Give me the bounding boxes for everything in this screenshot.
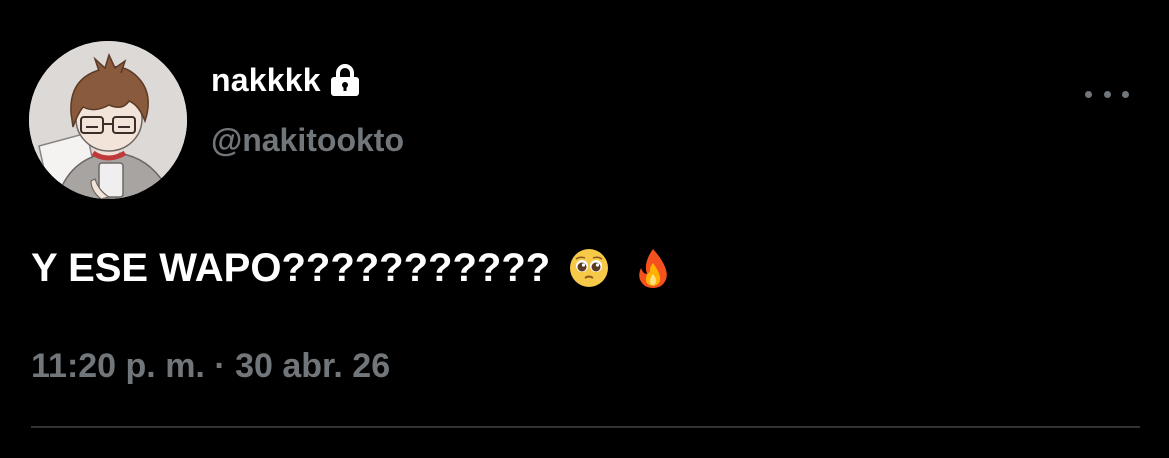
display-name[interactable]: nakkkk (211, 62, 321, 99)
meta-separator: · (214, 347, 226, 385)
lock-icon (329, 63, 361, 97)
tweet: nakkkk @nakitookto Y ESE WAPO??????????? (0, 0, 1169, 458)
more-dot-icon (1122, 90, 1129, 98)
tweet-time: 11:20 p. m. (31, 347, 205, 385)
tweet-date: 30 abr. 26 (235, 347, 391, 385)
avatar-illustration (29, 41, 187, 199)
pleading-face-emoji-icon (568, 247, 610, 289)
fire-emoji-icon (632, 247, 674, 289)
tweet-body: Y ESE WAPO??????????? (31, 245, 551, 290)
author-name-row: nakkkk (211, 60, 361, 100)
user-handle[interactable]: @nakitookto (211, 122, 404, 159)
more-dot-icon (1103, 90, 1111, 98)
tweet-timestamp[interactable]: 11:20 p. m. · 30 abr. 26 (31, 347, 390, 386)
tweet-text: Y ESE WAPO??????????? (31, 243, 674, 293)
avatar[interactable] (29, 41, 187, 199)
divider (31, 426, 1140, 428)
more-options-button[interactable] (1085, 80, 1129, 108)
more-dot-icon (1085, 90, 1092, 98)
